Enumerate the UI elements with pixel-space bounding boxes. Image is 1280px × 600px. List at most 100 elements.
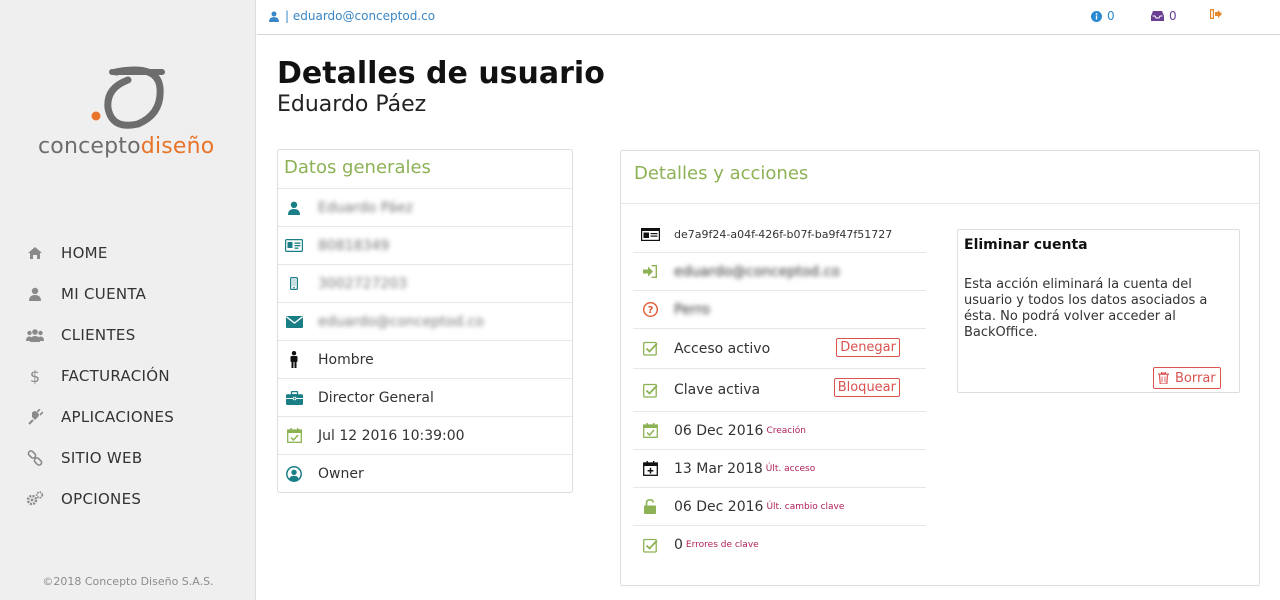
general-gender: Hombre	[318, 351, 374, 368]
detail-row-question: ? Perro	[633, 291, 926, 329]
detail-uuid: de7a9f24-a04f-426f-b07f-ba9f47f51727	[674, 227, 893, 241]
delete-account-title: Eliminar cuenta	[964, 237, 1088, 253]
calendar-check-icon	[640, 422, 660, 440]
general-row-id: 80818349	[278, 227, 572, 265]
nav-item-aplicaciones[interactable]: APLICACIONES	[0, 396, 256, 437]
detail-row-password: Clave activa Bloquear	[633, 369, 926, 412]
nav-label-opciones: OPCIONES	[61, 489, 142, 508]
nav-label-mi-cuenta: MI CUENTA	[61, 284, 147, 303]
user-icon	[285, 199, 303, 217]
nav-item-home[interactable]: HOME	[0, 232, 256, 273]
sign-in-icon	[640, 263, 660, 281]
detail-created-date: 06 Dec 2016	[674, 422, 764, 439]
general-row-email: eduardo@conceptod.co	[278, 303, 572, 341]
brand-name: conceptodiseño	[38, 134, 214, 159]
detail-last-access-date: 13 Mar 2018	[674, 460, 763, 477]
logo-mark-icon	[91, 66, 165, 129]
check-square-icon	[640, 340, 660, 358]
nav-item-mi-cuenta[interactable]: MI CUENTA	[0, 273, 256, 314]
calendar-plus-icon	[640, 460, 660, 478]
page-subtitle: Eduardo Páez	[277, 92, 427, 117]
detail-row-pw-errors: 0 Errores de clave	[633, 526, 926, 564]
nav-item-sitio-web[interactable]: SITIO WEB	[0, 437, 256, 478]
mobile-phone-icon	[285, 275, 303, 293]
delete-account-button-label: Borrar	[1175, 370, 1216, 386]
detail-question: Perro	[674, 301, 711, 318]
detail-last-access-note: Últ. acceso	[765, 463, 816, 474]
detail-row-login: eduardo@conceptod.co	[633, 253, 926, 291]
question-circle-icon: ?	[640, 301, 660, 319]
svg-text:?: ?	[647, 305, 653, 316]
info-count: 0	[1107, 9, 1115, 23]
detail-pw-change-note: Últ. cambio clave	[766, 501, 845, 512]
nav-item-facturacion[interactable]: $ FACTURACIÓN	[0, 355, 256, 396]
general-row-gender: Hombre	[278, 341, 572, 379]
id-card-icon	[285, 237, 303, 255]
logout-icon	[1210, 9, 1222, 19]
deny-access-button[interactable]: Denegar	[836, 338, 900, 357]
calendar-check-icon	[285, 427, 303, 445]
home-icon	[26, 244, 44, 262]
info-icon	[1091, 10, 1102, 22]
general-row-name: Eduardo Páez	[278, 189, 572, 227]
general-position: Director General	[318, 389, 434, 406]
nav-label-facturacion: FACTURACIÓN	[61, 366, 170, 385]
briefcase-icon	[285, 389, 303, 407]
top-bar: | eduardo@conceptod.co 0 0	[257, 0, 1280, 35]
detail-access-label: Acceso activo	[674, 340, 771, 357]
block-password-button[interactable]: Bloquear	[833, 378, 900, 397]
cogs-icon	[26, 490, 44, 508]
detail-row-access: Acceso activo Denegar	[633, 329, 926, 369]
check-square-icon	[640, 381, 660, 399]
nav-item-clientes[interactable]: CLIENTES	[0, 314, 256, 355]
unlock-icon	[640, 498, 660, 516]
detail-row-pw-change: 06 Dec 2016 Últ. cambio clave	[633, 488, 926, 526]
nav-label-aplicaciones: APLICACIONES	[61, 407, 175, 426]
general-email: eduardo@conceptod.co	[318, 313, 484, 330]
user-circle-icon	[285, 465, 303, 483]
detail-row-uuid: de7a9f24-a04f-426f-b07f-ba9f47f51727	[633, 216, 926, 253]
users-icon	[26, 326, 44, 344]
nav-item-opciones[interactable]: OPCIONES	[0, 478, 256, 519]
general-data-panel: Datos generales Eduardo Páez 80818349 30…	[277, 149, 573, 493]
general-row-phone: 3002727203	[278, 265, 572, 303]
nav-label-clientes: CLIENTES	[61, 325, 136, 344]
detail-password-label: Clave activa	[674, 382, 761, 398]
trash-icon	[1158, 372, 1169, 384]
delete-account-button[interactable]: Borrar	[1153, 367, 1221, 389]
general-row-created: Jul 12 2016 10:39:00	[278, 417, 572, 455]
delete-account-box: Eliminar cuenta Esta acción eliminará la…	[957, 229, 1240, 393]
general-id-number: 80818349	[318, 237, 390, 254]
general-created: Jul 12 2016 10:39:00	[318, 427, 465, 444]
link-icon	[26, 449, 44, 467]
svg-text:$: $	[30, 367, 40, 385]
general-name: Eduardo Páez	[318, 199, 413, 216]
user-icon	[269, 11, 279, 22]
detail-pw-change-date: 06 Dec 2016	[674, 498, 764, 515]
general-data-heading: Datos generales	[278, 150, 572, 189]
info-indicator[interactable]: 0	[1091, 9, 1115, 23]
brand-logo[interactable]: conceptodiseño	[38, 64, 222, 164]
detail-pw-errors-note: Errores de clave	[685, 540, 759, 550]
top-user[interactable]: | eduardo@conceptod.co	[269, 9, 435, 23]
detail-login: eduardo@conceptod.co	[674, 263, 840, 280]
general-row-role: Owner	[278, 455, 572, 492]
user-icon	[26, 285, 44, 303]
delete-account-description: Esta acción eliminará la cuenta del usua…	[964, 277, 1208, 340]
top-user-email: | eduardo@conceptod.co	[285, 9, 436, 23]
general-row-position: Director General	[278, 379, 572, 417]
logout-button[interactable]	[1210, 9, 1227, 19]
envelope-icon	[285, 313, 303, 331]
inbox-indicator[interactable]: 0	[1151, 9, 1177, 23]
general-role: Owner	[318, 466, 364, 482]
inbox-icon	[1151, 11, 1164, 21]
copyright: ©2018 Concepto Diseño S.A.S.	[42, 575, 214, 588]
page-title: Detalles de usuario	[277, 56, 605, 91]
nav-label-sitio-web: SITIO WEB	[61, 448, 143, 467]
id-card-icon	[640, 225, 660, 243]
main-nav: HOME MI CUENTA CLIENTES $ FACTURACIÓN AP…	[0, 232, 256, 519]
brand-name-part2: diseño	[140, 134, 215, 159]
details-actions-heading: Detalles y acciones	[621, 151, 1259, 204]
inbox-count: 0	[1169, 9, 1177, 23]
plug-icon	[26, 408, 44, 426]
